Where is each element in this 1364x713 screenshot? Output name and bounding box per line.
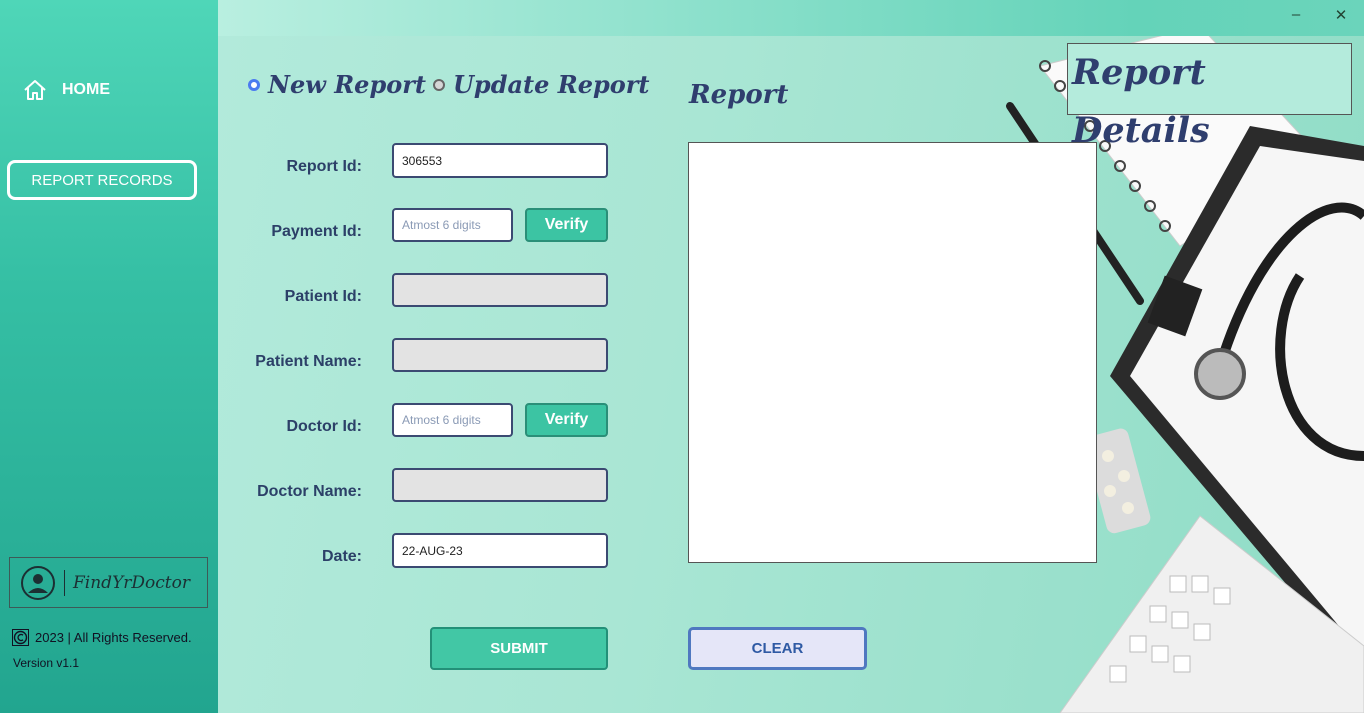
payment-id-input[interactable] bbox=[392, 208, 513, 242]
close-button[interactable]: ✕ bbox=[1328, 6, 1354, 24]
submit-button[interactable]: SUBMIT bbox=[430, 627, 608, 670]
title-bar: – ✕ bbox=[218, 0, 1364, 36]
home-icon bbox=[24, 80, 46, 100]
date-label: Date: bbox=[321, 548, 362, 565]
radio-new-report[interactable]: New Report bbox=[248, 70, 426, 99]
copyright-text: 2023 | All Rights Reserved. bbox=[35, 630, 192, 645]
logo-text: FindYrDoctor bbox=[73, 572, 190, 593]
nav-home-label: HOME bbox=[62, 81, 110, 98]
minimize-button[interactable]: – bbox=[1283, 6, 1309, 23]
radio-new-report-label: New Report bbox=[268, 70, 426, 99]
radio-update-report[interactable]: Update Report bbox=[433, 70, 650, 99]
radio-update-report-label: Update Report bbox=[453, 70, 650, 99]
radio-unselected-indicator bbox=[433, 78, 445, 91]
patient-id-label: Patient Id: bbox=[284, 288, 362, 305]
radio-selected-indicator bbox=[248, 78, 260, 91]
sidebar: HOME REPORT RECORDS FindYrDoctor 2023 | … bbox=[0, 0, 218, 713]
patient-id-input[interactable] bbox=[392, 273, 608, 307]
report-textarea[interactable] bbox=[688, 142, 1097, 563]
doctor-id-input[interactable] bbox=[392, 403, 513, 437]
nav-home[interactable]: HOME bbox=[22, 78, 110, 102]
patient-name-input[interactable] bbox=[392, 338, 608, 372]
date-input[interactable] bbox=[392, 533, 608, 568]
report-details-heading: Report Details bbox=[1067, 43, 1352, 151]
logo-divider bbox=[64, 569, 65, 596]
report-id-input[interactable] bbox=[392, 143, 608, 178]
app-logo: FindYrDoctor bbox=[9, 557, 208, 608]
report-id-label: Report Id: bbox=[286, 158, 362, 175]
doctor-avatar-icon bbox=[21, 565, 55, 600]
doctor-name-label: Doctor Name: bbox=[257, 483, 362, 500]
payment-id-label: Payment Id: bbox=[271, 223, 362, 240]
verify-payment-button[interactable]: Verify bbox=[525, 208, 608, 242]
clear-button[interactable]: CLEAR bbox=[688, 627, 867, 670]
copyright-icon bbox=[12, 629, 29, 646]
copyright: 2023 | All Rights Reserved. bbox=[12, 629, 192, 646]
patient-name-label: Patient Name: bbox=[255, 353, 362, 370]
doctor-id-label: Doctor Id: bbox=[286, 418, 362, 435]
doctor-name-input[interactable] bbox=[392, 468, 608, 502]
verify-doctor-button[interactable]: Verify bbox=[525, 403, 608, 437]
version-text: Version v1.1 bbox=[13, 656, 80, 670]
report-records-button[interactable]: REPORT RECORDS bbox=[7, 160, 197, 200]
report-title: Report bbox=[689, 80, 789, 110]
